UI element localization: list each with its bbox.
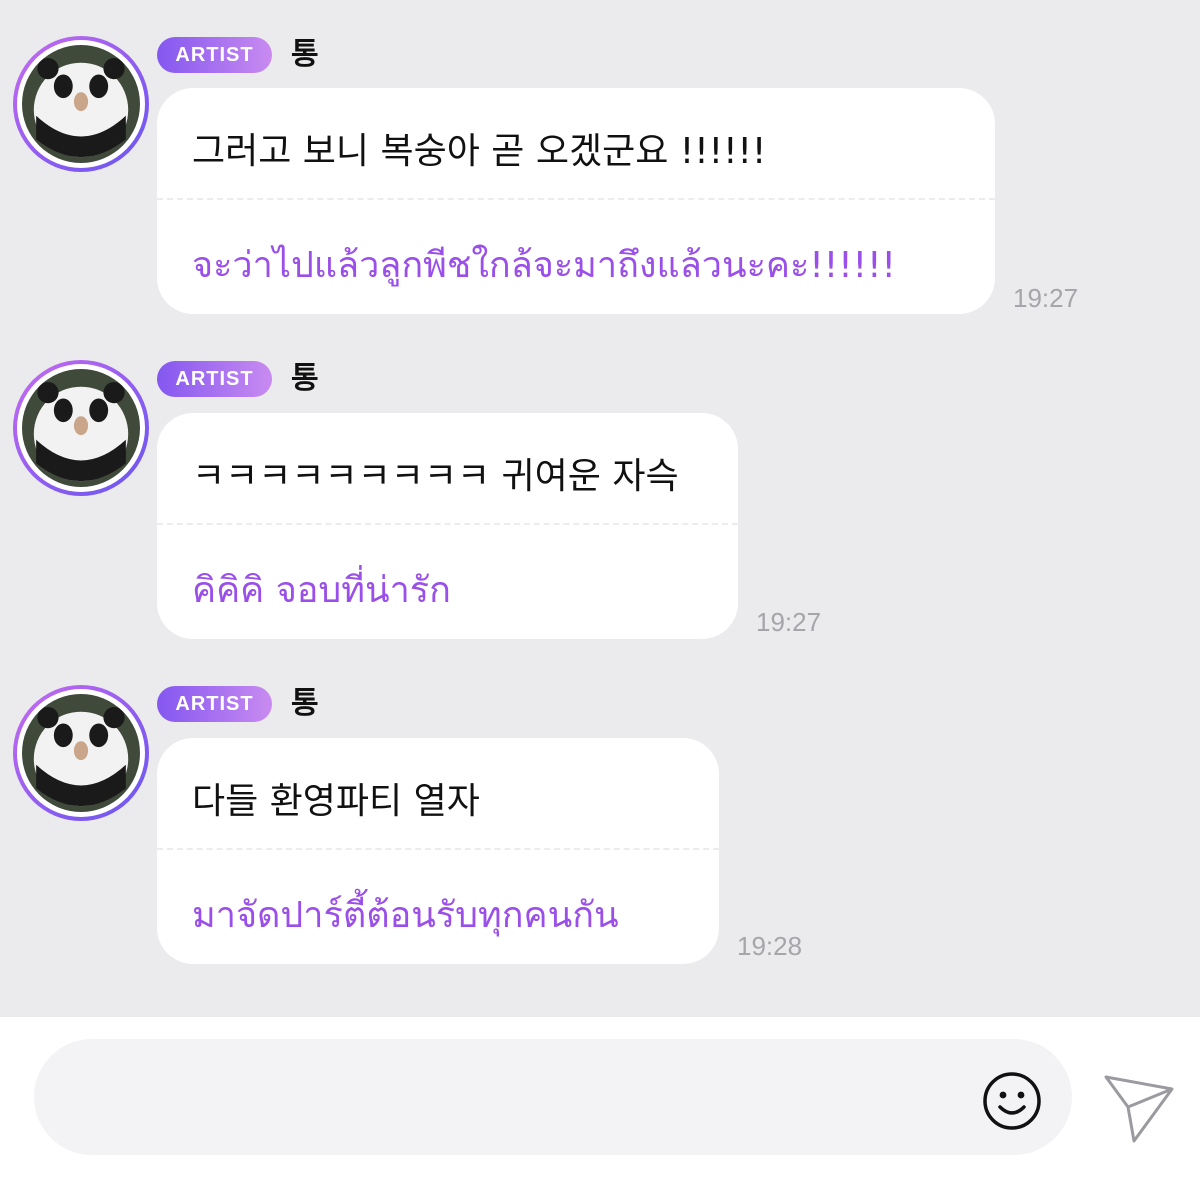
translation-text: มาจัดปาร์ตี้ต้อนรับทุกคนกัน (192, 895, 619, 936)
translation-text: คิคิคิ จอบที่น่ารัก (192, 570, 451, 611)
paper-plane-icon[interactable] (1100, 1067, 1176, 1147)
message-time: 19:27 (1013, 283, 1079, 313)
smiley-icon[interactable] (980, 1069, 1044, 1133)
original-text: 그러고 보니 복숭아 곧 오겠군요 !!!!!! (192, 131, 767, 172)
bubble-divider (157, 523, 738, 525)
artist-badge: ARTIST (157, 37, 272, 73)
message-time: 19:28 (737, 931, 803, 961)
original-text: ㅋㅋㅋㅋㅋㅋㅋㅋㅋ 귀여운 자슥 (192, 456, 679, 497)
translation-text: จะว่าไปแล้วลูกพีชใกล้จะมาถึงแล้วนะคะ!!!!… (192, 245, 896, 286)
original-text: 다들 환영파티 열자 (192, 781, 480, 822)
sender-name: 통 (291, 686, 319, 721)
message-input[interactable] (34, 1039, 1072, 1155)
bubble-divider (157, 198, 995, 200)
panda-avatar-icon (22, 694, 140, 812)
chat-area: ARTIST 통 그러고 보니 복숭아 곧 오겠군요 !!!!!! จะว่าไ… (0, 0, 1200, 1017)
avatar[interactable] (13, 685, 149, 821)
message-time: 19:27 (756, 607, 822, 637)
sender-name: 통 (291, 37, 319, 72)
artist-badge: ARTIST (157, 361, 272, 397)
panda-avatar-icon (22, 369, 140, 487)
composer-bar (0, 1017, 1200, 1177)
message-bubble[interactable]: 그러고 보니 복숭아 곧 오겠군요 !!!!!! จะว่าไปแล้วลูกพ… (157, 88, 995, 314)
avatar[interactable] (13, 360, 149, 496)
artist-badge: ARTIST (157, 686, 272, 722)
avatar[interactable] (13, 36, 149, 172)
message-bubble[interactable]: 다들 환영파티 열자 มาจัดปาร์ตี้ต้อนรับทุกคนกัน (157, 738, 719, 964)
sender-name: 통 (291, 361, 319, 396)
message-bubble[interactable]: ㅋㅋㅋㅋㅋㅋㅋㅋㅋ 귀여운 자슥 คิคิคิ จอบที่น่ารัก (157, 413, 738, 639)
panda-avatar-icon (22, 45, 140, 163)
bubble-divider (157, 848, 719, 850)
